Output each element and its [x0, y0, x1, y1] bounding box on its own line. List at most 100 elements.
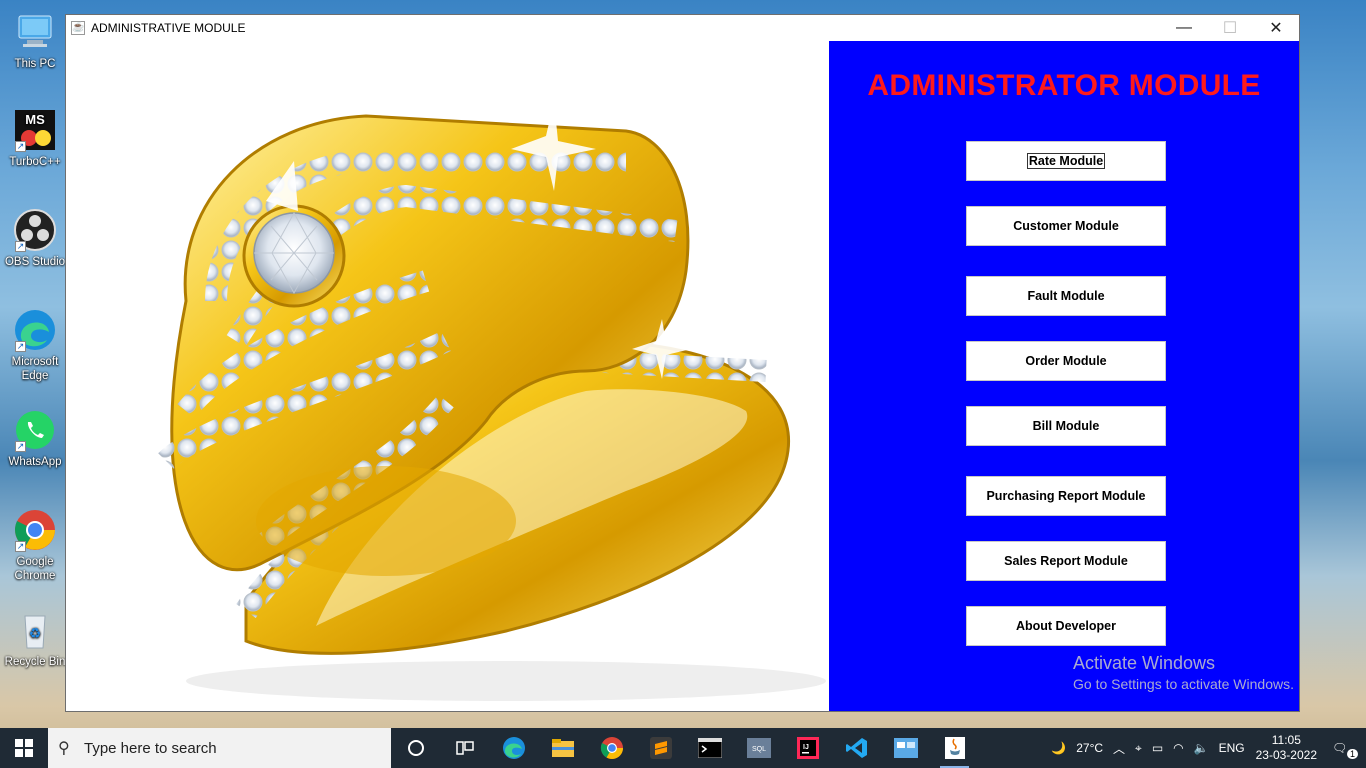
- admin-menu-panel: ADMINISTRATOR MODULE Rate Module Custome…: [829, 41, 1299, 711]
- start-button[interactable]: [0, 728, 48, 768]
- notification-icon: 🗨: [1332, 741, 1348, 755]
- chrome-icon: [600, 737, 623, 759]
- clock-time: 11:05: [1271, 733, 1301, 747]
- button-label: Purchasing Report Module: [986, 489, 1146, 503]
- weather-icon: 🌙: [1051, 741, 1067, 755]
- desktop-icon-this-pc[interactable]: This PC: [2, 10, 68, 71]
- system-tray: 🌙 27°C ︿ ⌖ ▭ ◠ 🔈 ENG 11:05 23-03-2022 🗨 …: [1046, 728, 1366, 768]
- wifi-icon[interactable]: ◠: [1173, 741, 1183, 755]
- taskbar-vscode[interactable]: [832, 728, 881, 768]
- desktop-icon-edge[interactable]: ↗ Microsoft Edge: [2, 308, 68, 383]
- desktop-icon-label: Microsoft Edge: [11, 356, 59, 382]
- recycle-bin-icon: ♻: [13, 608, 57, 652]
- desktop-icon-obs[interactable]: ↗ OBS Studio: [2, 208, 68, 269]
- button-label: About Developer: [1015, 619, 1116, 633]
- rate-module-button[interactable]: Rate Module: [966, 141, 1166, 181]
- svg-text:MS: MS: [25, 112, 45, 127]
- weather-temperature[interactable]: 27°C: [1076, 741, 1103, 755]
- button-label: Sales Report Module: [1004, 554, 1128, 568]
- window-content: ADMINISTRATOR MODULE Rate Module Custome…: [66, 41, 1299, 711]
- window-title: ADMINISTRATIVE MODULE: [91, 21, 246, 35]
- button-label: Bill Module: [1032, 419, 1100, 433]
- java-icon: ☕: [71, 21, 85, 35]
- desktop-icon-recycle-bin[interactable]: ♻ Recycle Bin: [2, 608, 68, 669]
- edge-icon: ↗: [13, 308, 57, 352]
- search-icon: ⚲: [58, 740, 70, 757]
- svg-text:SQL: SQL: [751, 746, 765, 753]
- button-label: Fault Module: [1027, 289, 1105, 303]
- svg-text:♻: ♻: [29, 625, 42, 641]
- bill-module-button[interactable]: Bill Module: [966, 406, 1166, 446]
- svg-text:IJ: IJ: [803, 744, 809, 751]
- desktop-icon-label: OBS Studio: [4, 256, 66, 268]
- vscode-icon: [845, 738, 867, 758]
- customer-module-button[interactable]: Customer Module: [966, 206, 1166, 246]
- close-button[interactable]: ✕: [1253, 15, 1299, 41]
- fault-module-button[interactable]: Fault Module: [966, 276, 1166, 316]
- watermark-subtitle: Go to Settings to activate Windows.: [1073, 676, 1294, 692]
- desktop-icon-label: WhatsApp: [8, 456, 62, 468]
- desktop-icons: This PC MS ↗ TurboC++ ↗ OBS Studio ↗ Mic…: [0, 0, 66, 728]
- taskbar-java-app[interactable]: [930, 728, 979, 768]
- about-developer-button[interactable]: About Developer: [966, 606, 1166, 646]
- chrome-icon: ↗: [13, 508, 57, 552]
- activate-windows-watermark: Activate Windows Go to Settings to activ…: [1073, 652, 1294, 694]
- desktop-icon-label: TurboC++: [9, 156, 61, 168]
- notification-button[interactable]: 🗨 1: [1332, 741, 1358, 759]
- desktop-icon-label: This PC: [14, 58, 56, 70]
- sql-icon: SQL: [746, 738, 771, 758]
- language-indicator[interactable]: ENG: [1219, 741, 1245, 755]
- chevron-up-icon[interactable]: ︿: [1113, 740, 1125, 757]
- cortana-icon: [407, 740, 424, 756]
- notification-badge: 1: [1346, 749, 1358, 759]
- taskbar-chrome[interactable]: [587, 728, 636, 768]
- control-panel-icon: [893, 738, 918, 758]
- volume-icon[interactable]: 🔈: [1194, 741, 1209, 755]
- desktop-icon-turboc[interactable]: MS ↗ TurboC++: [2, 108, 68, 169]
- sales-report-module-button[interactable]: Sales Report Module: [966, 541, 1166, 581]
- taskbar-file-explorer[interactable]: [538, 728, 587, 768]
- maximize-button[interactable]: ☐: [1207, 15, 1253, 41]
- search-placeholder: Type here to search: [84, 739, 217, 757]
- task-view-button[interactable]: [440, 728, 489, 768]
- taskbar-search-box[interactable]: ⚲ Type here to search: [48, 728, 391, 768]
- taskbar-intellij[interactable]: IJ: [783, 728, 832, 768]
- folder-icon: [551, 739, 574, 757]
- taskbar-sublime-text[interactable]: [636, 728, 685, 768]
- watermark-title: Activate Windows: [1073, 653, 1216, 673]
- battery-icon[interactable]: ▭: [1152, 741, 1163, 755]
- intellij-icon: IJ: [796, 737, 819, 759]
- order-module-button[interactable]: Order Module: [966, 341, 1166, 381]
- windows-icon: [15, 739, 33, 757]
- taskbar-clock[interactable]: 11:05 23-03-2022: [1256, 733, 1317, 763]
- edge-icon: [502, 737, 525, 759]
- jewellery-ring-image: [66, 41, 829, 711]
- desktop-icon-label: Google Chrome: [14, 556, 56, 582]
- button-label: Customer Module: [1013, 219, 1119, 233]
- button-label: Rate Module: [1026, 153, 1106, 169]
- desktop-icon-whatsapp[interactable]: ↗ WhatsApp: [2, 408, 68, 469]
- taskbar-control-panel[interactable]: [881, 728, 930, 768]
- window-controls: — ☐ ✕: [1161, 15, 1299, 41]
- sublime-text-icon: [649, 737, 672, 759]
- taskbar: ⚲ Type here to search SQL IJ 🌙 27°C ︿ ⌖: [0, 728, 1366, 768]
- taskbar-sql-plus[interactable]: SQL: [734, 728, 783, 768]
- meet-now-icon[interactable]: ⌖: [1135, 741, 1142, 756]
- cortana-button[interactable]: [391, 728, 440, 768]
- task-view-icon: [455, 741, 474, 755]
- clock-date: 23-03-2022: [1255, 748, 1317, 762]
- page-title: ADMINISTRATOR MODULE: [867, 69, 1261, 102]
- taskbar-command-prompt[interactable]: [685, 728, 734, 768]
- whatsapp-icon: ↗: [13, 408, 57, 452]
- turboc-icon: MS ↗: [13, 108, 57, 152]
- obs-icon: ↗: [13, 208, 57, 252]
- taskbar-edge[interactable]: [489, 728, 538, 768]
- minimize-button[interactable]: —: [1161, 15, 1207, 41]
- computer-icon: [13, 10, 57, 54]
- terminal-icon: [697, 738, 722, 758]
- button-label: Order Module: [1025, 354, 1107, 368]
- window-titlebar[interactable]: ☕ ADMINISTRATIVE MODULE — ☐ ✕: [66, 15, 1299, 41]
- java-icon: [944, 737, 965, 759]
- desktop-icon-chrome[interactable]: ↗ Google Chrome: [2, 508, 68, 583]
- purchasing-report-module-button[interactable]: Purchasing Report Module: [966, 476, 1166, 516]
